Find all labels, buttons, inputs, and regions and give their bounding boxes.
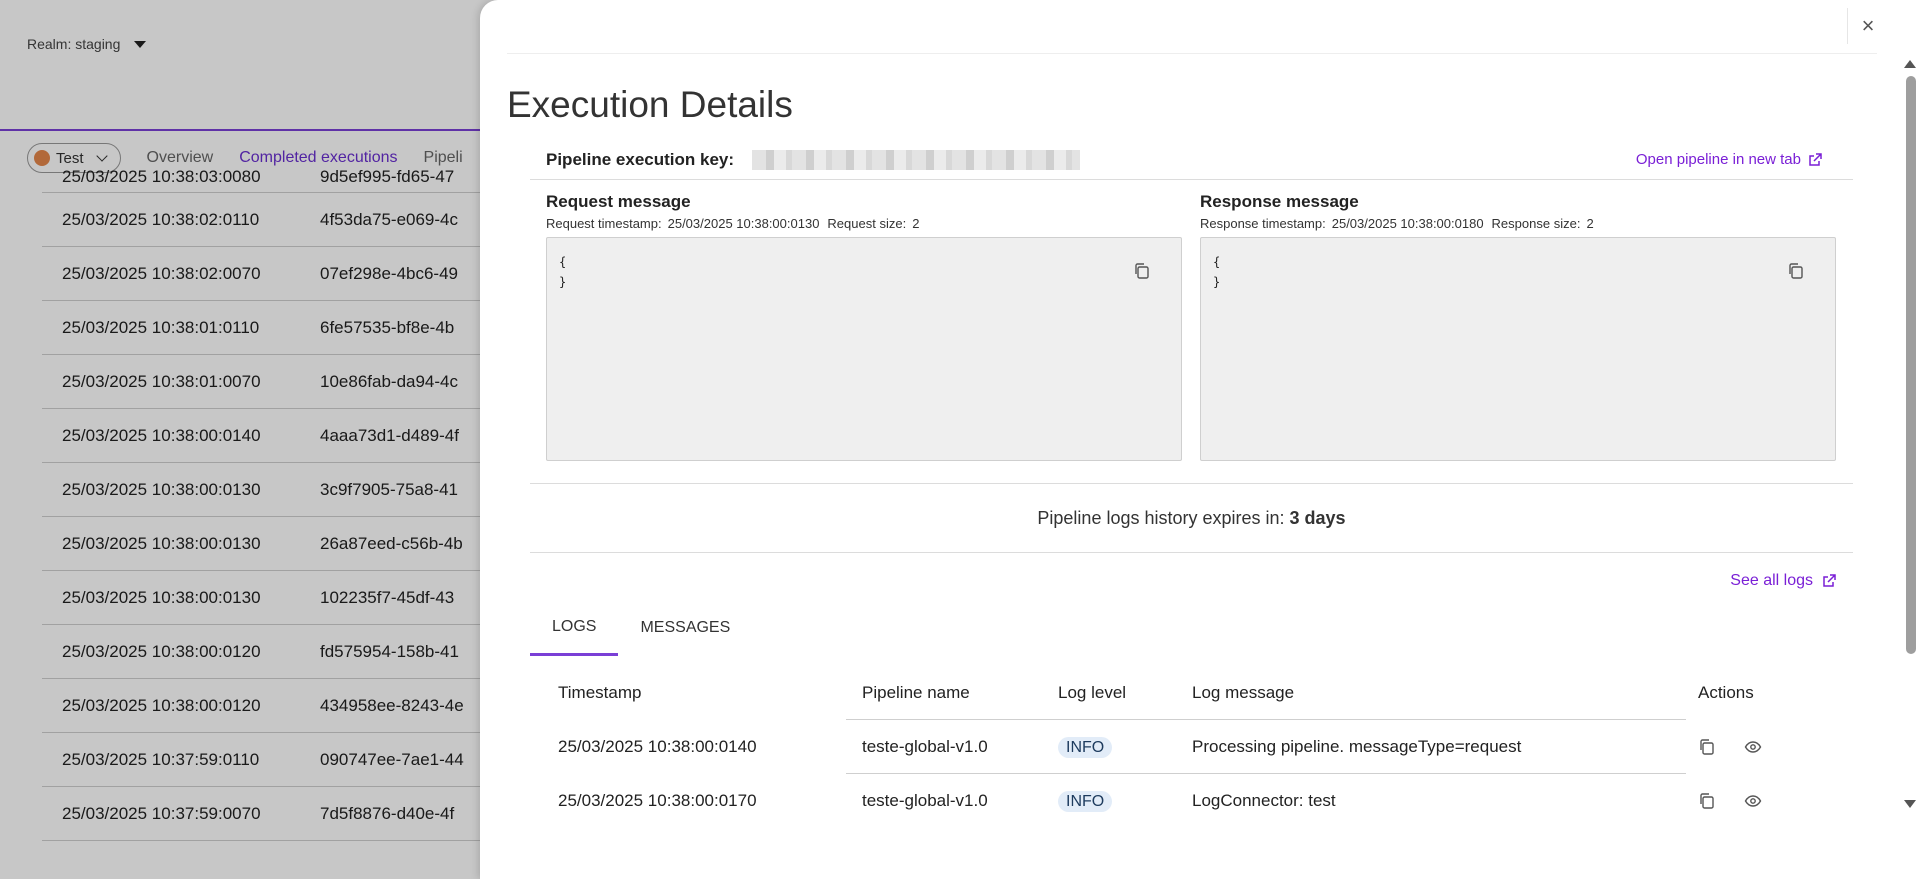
header-actions: Actions — [1698, 683, 1754, 702]
expiry-value: 3 days — [1289, 507, 1346, 528]
response-body-close: } — [1213, 275, 1221, 289]
request-size-label: Request size: — [827, 216, 907, 231]
drawer-content: Pipeline execution key: Open pipeline in… — [530, 140, 1853, 812]
tab-messages[interactable]: MESSAGES — [618, 600, 752, 656]
response-meta: Response timestamp: 25/03/2025 10:38:00:0… — [1200, 216, 1836, 231]
close-icon[interactable]: × — [1856, 13, 1880, 38]
log-level-cell: INFO — [1058, 791, 1192, 812]
execution-key-row: Pipeline execution key: Open pipeline in… — [530, 140, 1853, 180]
log-row-middle: teste-global-v1.0 INFO Processing pipeli… — [846, 720, 1686, 774]
request-ts-value: 25/03/2025 10:38:00:0130 — [667, 216, 820, 231]
request-body-close: } — [559, 275, 567, 289]
copy-icon[interactable] — [1787, 262, 1805, 280]
log-row-middle: teste-global-v1.0 INFO LogConnector: tes… — [846, 774, 1686, 828]
response-title: Response message — [1200, 192, 1359, 211]
response-size-value: 2 — [1586, 216, 1594, 231]
close-divider — [1847, 8, 1848, 44]
scroll-up-arrow[interactable] — [1904, 60, 1916, 68]
log-level-badge: INFO — [1058, 736, 1113, 758]
log-level-cell: INFO — [1058, 736, 1192, 758]
log-pipeline-name: teste-global-v1.0 — [862, 791, 988, 810]
logs-table: Timestamp Pipeline name Log level Log me… — [542, 666, 1842, 828]
response-body[interactable]: { } — [1200, 237, 1836, 461]
header-log-message: Log message — [1192, 666, 1686, 720]
open-pipeline-link[interactable]: Open pipeline in new tab — [1636, 151, 1823, 168]
response-body-open: { — [1213, 255, 1221, 269]
response-ts-value: 25/03/2025 10:38:00:0180 — [1331, 216, 1484, 231]
request-body-open: { — [559, 255, 567, 269]
response-size-label: Response size: — [1491, 216, 1581, 231]
log-level-badge: INFO — [1058, 791, 1113, 812]
page-title: Execution Details — [507, 84, 793, 125]
request-meta: Request timestamp: 25/03/2025 10:38:00:01… — [546, 216, 1182, 231]
external-link-icon — [1809, 152, 1822, 166]
tab-logs[interactable]: LOGS — [530, 600, 619, 656]
execution-key-value-redacted — [752, 149, 1081, 170]
header-pipeline-name: Pipeline name — [846, 666, 1058, 720]
logs-table-header: Timestamp Pipeline name Log level Log me… — [542, 666, 1842, 720]
table-row: 25/03/2025 10:38:00:0140 teste-global-v1… — [542, 720, 1842, 774]
see-all-logs-link[interactable]: See all logs — [1730, 572, 1837, 590]
open-pipeline-link-label: Open pipeline in new tab — [1635, 151, 1801, 168]
request-size-value: 2 — [912, 216, 920, 231]
expiry-label: Pipeline logs history expires in: — [1037, 507, 1285, 528]
see-all-logs-label: See all logs — [1730, 572, 1813, 589]
request-body[interactable]: { } — [546, 237, 1182, 461]
log-timestamp: 25/03/2025 10:38:00:0170 — [558, 791, 757, 810]
execution-details-drawer: × Execution Details Pipeline execution k… — [480, 0, 1920, 879]
log-actions — [1686, 792, 1826, 810]
request-ts-label: Request timestamp: — [546, 216, 662, 231]
scroll-down-arrow[interactable] — [1904, 800, 1916, 808]
copy-icon[interactable] — [1698, 738, 1716, 756]
header-timestamp: Timestamp — [558, 683, 642, 702]
response-ts-label: Response timestamp: — [1200, 216, 1326, 231]
log-message: Processing pipeline. messageType=request — [1192, 736, 1522, 756]
eye-icon[interactable] — [1744, 738, 1762, 756]
logs-expiry-notice: Pipeline logs history expires in: 3 days — [530, 483, 1853, 553]
scrollbar-thumb[interactable] — [1906, 76, 1916, 654]
execution-key-label: Pipeline execution key: — [546, 149, 735, 169]
message-columns: Request message Request timestamp: 25/03/… — [530, 192, 1853, 461]
request-title: Request message — [546, 192, 691, 211]
log-actions — [1686, 738, 1826, 756]
log-timestamp: 25/03/2025 10:38:00:0140 — [558, 737, 757, 756]
header-log-level: Log level — [1058, 666, 1192, 720]
eye-icon[interactable] — [1744, 792, 1762, 810]
copy-icon[interactable] — [1133, 262, 1151, 280]
copy-icon[interactable] — [1698, 792, 1716, 810]
log-pipeline-name: teste-global-v1.0 — [862, 736, 988, 756]
details-tabs: LOGS MESSAGES — [530, 600, 752, 656]
response-message: Response message Response timestamp: 25/0… — [1200, 192, 1836, 461]
request-message: Request message Request timestamp: 25/03/… — [546, 192, 1182, 461]
external-link-icon — [1823, 574, 1836, 587]
log-message: LogConnector: test — [1192, 791, 1336, 810]
table-row: 25/03/2025 10:38:00:0170 teste-global-v1… — [542, 774, 1842, 828]
header-divider — [507, 53, 1877, 54]
